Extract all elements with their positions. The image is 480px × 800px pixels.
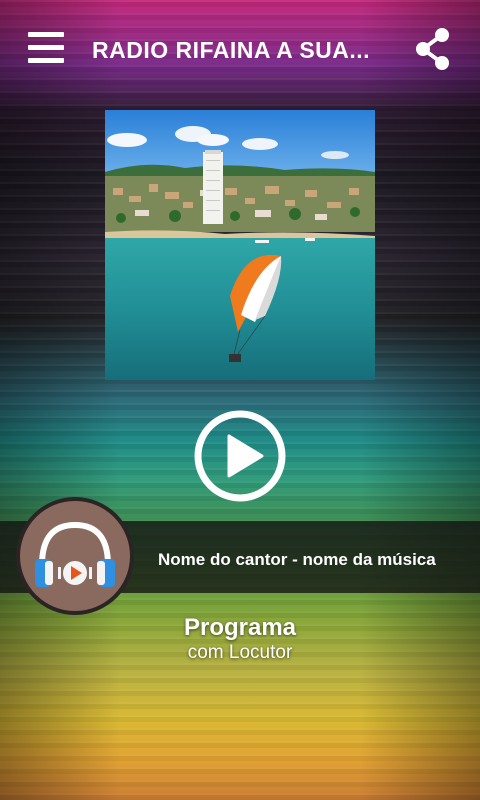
- share-icon[interactable]: [412, 26, 458, 72]
- now-playing-text: Nome do cantor - nome da música: [158, 550, 436, 569]
- play-button[interactable]: [192, 408, 288, 504]
- hamburger-menu-icon[interactable]: [28, 32, 64, 64]
- headphones-play-icon: [35, 521, 115, 587]
- top-app-bar: RADIO RIFAINA A SUA...: [0, 0, 480, 100]
- program-host: com Locutor: [187, 642, 293, 663]
- now-playing-avatar: [16, 497, 134, 615]
- station-artwork: [105, 110, 375, 380]
- play-icon: [194, 410, 286, 502]
- program-title: Programa: [183, 614, 297, 641]
- app-title: RADIO RIFAINA A SUA...: [92, 37, 371, 63]
- program-info: Programa com Locutor: [140, 614, 340, 664]
